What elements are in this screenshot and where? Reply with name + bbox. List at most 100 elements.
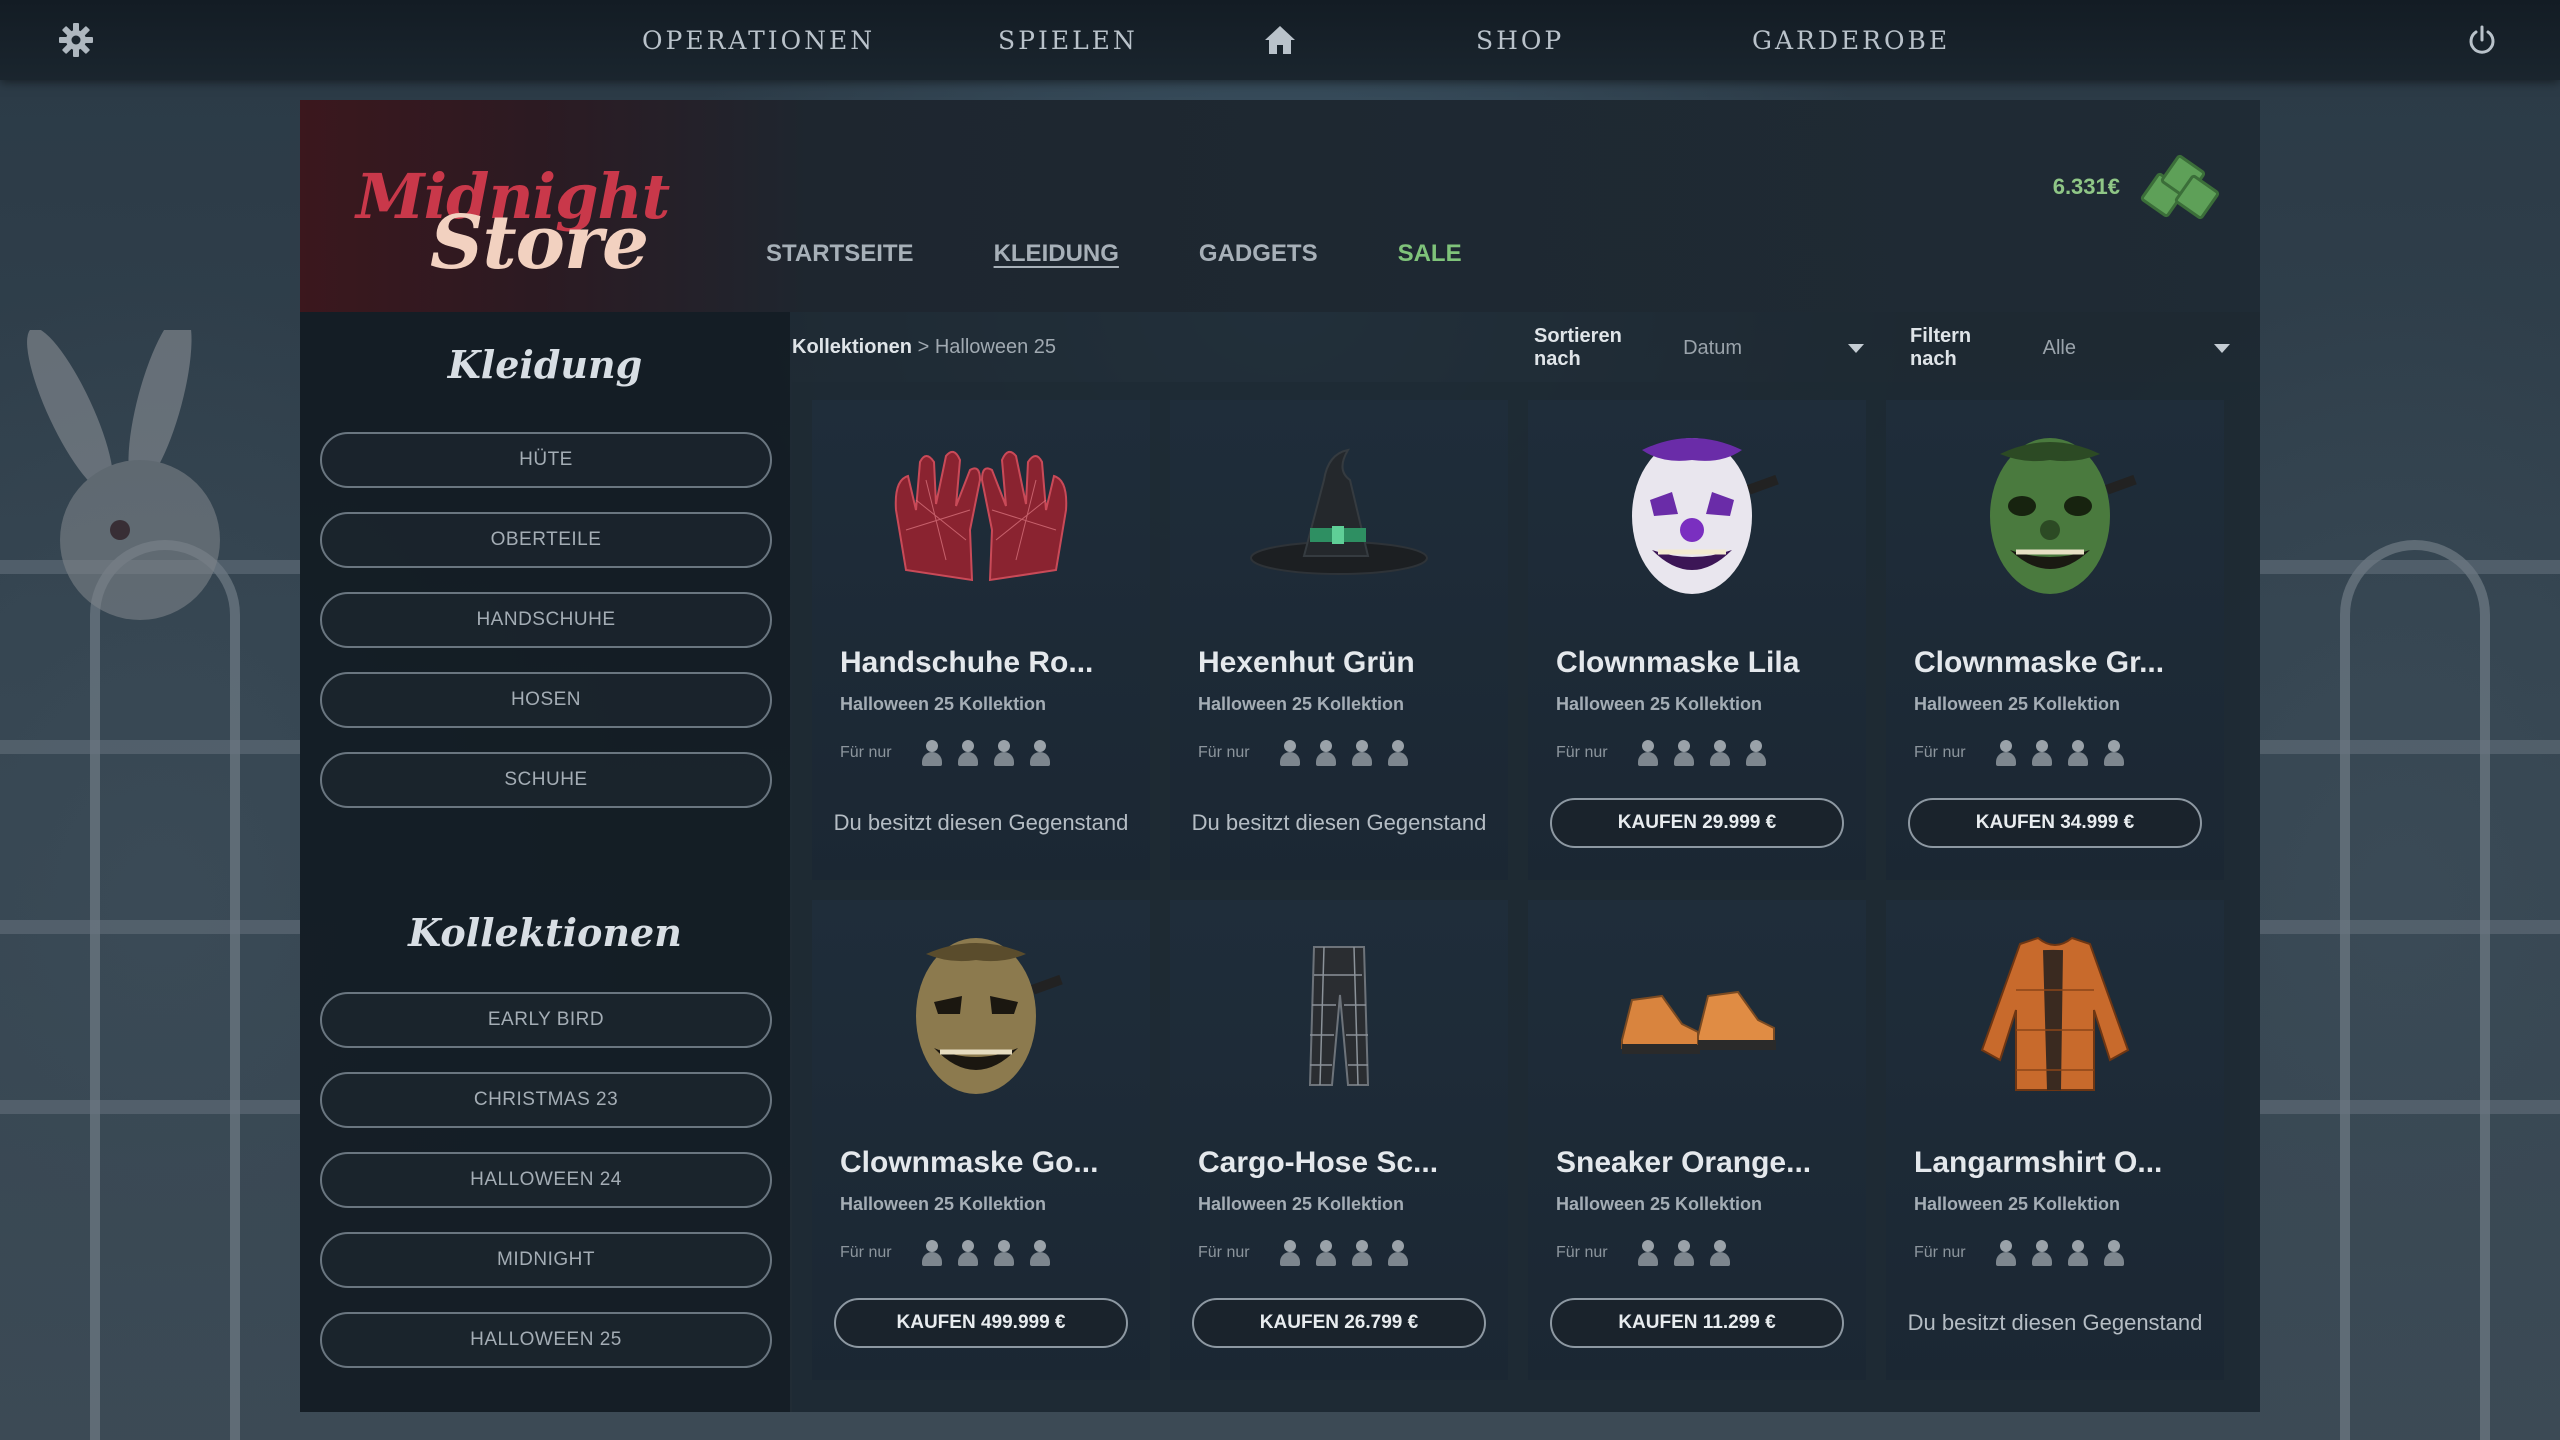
witch-hat-icon <box>1170 420 1508 610</box>
product-card[interactable]: Langarmshirt O... Halloween 25 Kollektio… <box>1886 900 2224 1380</box>
avatar-icon <box>1708 740 1732 766</box>
avatar-icon <box>2030 740 2054 766</box>
tab-sale[interactable]: SALE <box>1398 240 1462 268</box>
for-label: Für nur <box>840 1244 892 1261</box>
avatar-icon <box>1672 740 1696 766</box>
breadcrumb-separator: > <box>917 336 930 358</box>
sort-chevron-down-icon <box>1848 343 1864 353</box>
for-label: Für nur <box>1198 1244 1250 1261</box>
avatar-icon <box>1278 1240 1302 1266</box>
character-avatars <box>1636 740 1768 766</box>
avatar-icon <box>1636 1240 1660 1266</box>
long-sleeve-shirt-icon <box>1886 920 2224 1110</box>
store-panel: Midnight Store STARTSEITE KLEIDUNG GADGE… <box>300 100 2260 1412</box>
product-collection: Halloween 25 Kollektion <box>840 1194 1047 1214</box>
tab-kleidung[interactable]: KLEIDUNG <box>994 240 1119 268</box>
product-name: Cargo-Hose Sc... <box>1198 1146 1439 1179</box>
clown-mask-purple-icon <box>1528 420 1866 610</box>
category-schuhe-button[interactable]: SCHUHE <box>320 752 772 808</box>
nav-operationen[interactable]: OPERATIONEN <box>642 0 875 80</box>
collection-christmas-23-button[interactable]: CHRISTMAS 23 <box>320 1072 772 1128</box>
character-avatars <box>1278 740 1410 766</box>
tab-gadgets[interactable]: GADGETS <box>1199 240 1318 268</box>
avatar-icon <box>992 740 1016 766</box>
breadcrumb-current: Halloween 25 <box>934 336 1057 358</box>
store-header: Midnight Store STARTSEITE KLEIDUNG GADGE… <box>300 100 2260 312</box>
collection-halloween-24-button[interactable]: HALLOWEEN 24 <box>320 1152 772 1208</box>
category-oberteile-button[interactable]: OBERTEILE <box>320 512 772 568</box>
avatar-icon <box>920 740 944 766</box>
product-card[interactable]: Sneaker Orange... Halloween 25 Kollektio… <box>1528 900 1866 1380</box>
clown-mask-green-icon <box>1886 420 2224 610</box>
for-label: Für nur <box>1914 744 1966 761</box>
filter-control[interactable]: Filtern nach Alle <box>1910 325 2230 370</box>
for-label: Für nur <box>1556 1244 1608 1261</box>
product-collection: Halloween 25 Kollektion <box>1556 694 1763 714</box>
nav-shop[interactable]: SHOP <box>1476 0 1564 80</box>
avatar-icon <box>920 1240 944 1266</box>
store-tabs: STARTSEITE KLEIDUNG GADGETS SALE <box>766 240 1462 268</box>
character-avatars <box>1994 740 2126 766</box>
category-hosen-button[interactable]: HOSEN <box>320 672 772 728</box>
product-collection: Halloween 25 Kollektion <box>1914 694 2121 714</box>
midnight-store-logo[interactable]: Midnight Store <box>300 100 720 312</box>
power-icon[interactable] <box>2464 22 2500 58</box>
for-label: Für nur <box>1198 744 1250 761</box>
tab-startseite[interactable]: STARTSEITE <box>766 240 914 268</box>
category-handschuhe-button[interactable]: HANDSCHUHE <box>320 592 772 648</box>
breadcrumb-root[interactable]: Kollektionen <box>792 336 912 358</box>
product-name: Hexenhut Grün <box>1198 646 1415 679</box>
sort-control[interactable]: Sortieren nach Datum <box>1534 325 1864 370</box>
avatar-icon <box>2102 740 2126 766</box>
avatar-icon <box>1028 1240 1052 1266</box>
product-card[interactable]: Clownmaske Go... Halloween 25 Kollektion… <box>812 900 1150 1380</box>
product-collection: Halloween 25 Kollektion <box>1198 694 1405 714</box>
product-card[interactable]: Clownmaske Lila Halloween 25 Kollektion … <box>1528 400 1866 880</box>
category-sidebar: Kleidung HÜTE OBERTEILE HANDSCHUHE HOSEN… <box>300 312 790 1412</box>
product-name: Sneaker Orange... <box>1556 1146 1812 1179</box>
character-avatars <box>920 1240 1052 1266</box>
collection-midnight-button[interactable]: MIDNIGHT <box>320 1232 772 1288</box>
avatar-icon <box>956 1240 980 1266</box>
settings-gear-icon[interactable] <box>56 20 96 60</box>
avatar-icon <box>2066 740 2090 766</box>
product-card[interactable]: Clownmaske Gr... Halloween 25 Kollektion… <box>1886 400 2224 880</box>
character-avatars <box>1636 1240 1732 1266</box>
nav-spielen[interactable]: SPIELEN <box>998 0 1138 80</box>
sneakers-icon <box>1528 920 1866 1110</box>
avatar-icon <box>1386 1240 1410 1266</box>
gloves-icon <box>812 420 1150 610</box>
buy-button[interactable]: KAUFEN 34.999 € <box>1908 798 2202 848</box>
avatar-icon <box>1314 740 1338 766</box>
product-name: Clownmaske Go... <box>840 1146 1099 1179</box>
home-icon[interactable] <box>1262 22 1298 58</box>
for-label: Für nur <box>1914 1244 1966 1261</box>
buy-button[interactable]: KAUFEN 11.299 € <box>1550 1298 1844 1348</box>
avatar-icon <box>2102 1240 2126 1266</box>
avatar-icon <box>1350 1240 1374 1266</box>
logo-line-2: Store <box>430 200 649 286</box>
owned-text: Du besitzt diesen Gegenstand <box>1907 1310 2203 1335</box>
avatar-icon <box>1314 1240 1338 1266</box>
collection-halloween-25-button[interactable]: HALLOWEEN 25 <box>320 1312 772 1368</box>
for-label: Für nur <box>1556 744 1608 761</box>
product-card[interactable]: Hexenhut Grün Halloween 25 Kollektion Fü… <box>1170 400 1508 880</box>
product-card[interactable]: Handschuhe Ro... Halloween 25 Kollektion… <box>812 400 1150 880</box>
money-stack-icon <box>2139 152 2221 222</box>
collection-early-bird-button[interactable]: EARLY BIRD <box>320 992 772 1048</box>
product-name: Handschuhe Ro... <box>840 646 1094 679</box>
avatar-icon <box>1994 1240 2018 1266</box>
buy-button[interactable]: KAUFEN 499.999 € <box>834 1298 1128 1348</box>
buy-button[interactable]: KAUFEN 29.999 € <box>1550 798 1844 848</box>
sort-label: Sortieren nach <box>1534 325 1622 370</box>
owned-text: Du besitzt diesen Gegenstand <box>833 810 1129 835</box>
character-avatars <box>920 740 1052 766</box>
buy-button[interactable]: KAUFEN 26.799 € <box>1192 1298 1486 1348</box>
product-name: Langarmshirt O... <box>1914 1146 2163 1179</box>
product-card[interactable]: Cargo-Hose Sc... Halloween 25 Kollektion… <box>1170 900 1508 1380</box>
product-name: Clownmaske Gr... <box>1914 646 2165 679</box>
nav-garderobe[interactable]: GARDEROBE <box>1752 0 1950 80</box>
category-hute-button[interactable]: HÜTE <box>320 432 772 488</box>
avatar-icon <box>1278 740 1302 766</box>
top-navigation: OPERATIONEN SPIELEN SHOP GARDEROBE <box>0 0 2560 80</box>
